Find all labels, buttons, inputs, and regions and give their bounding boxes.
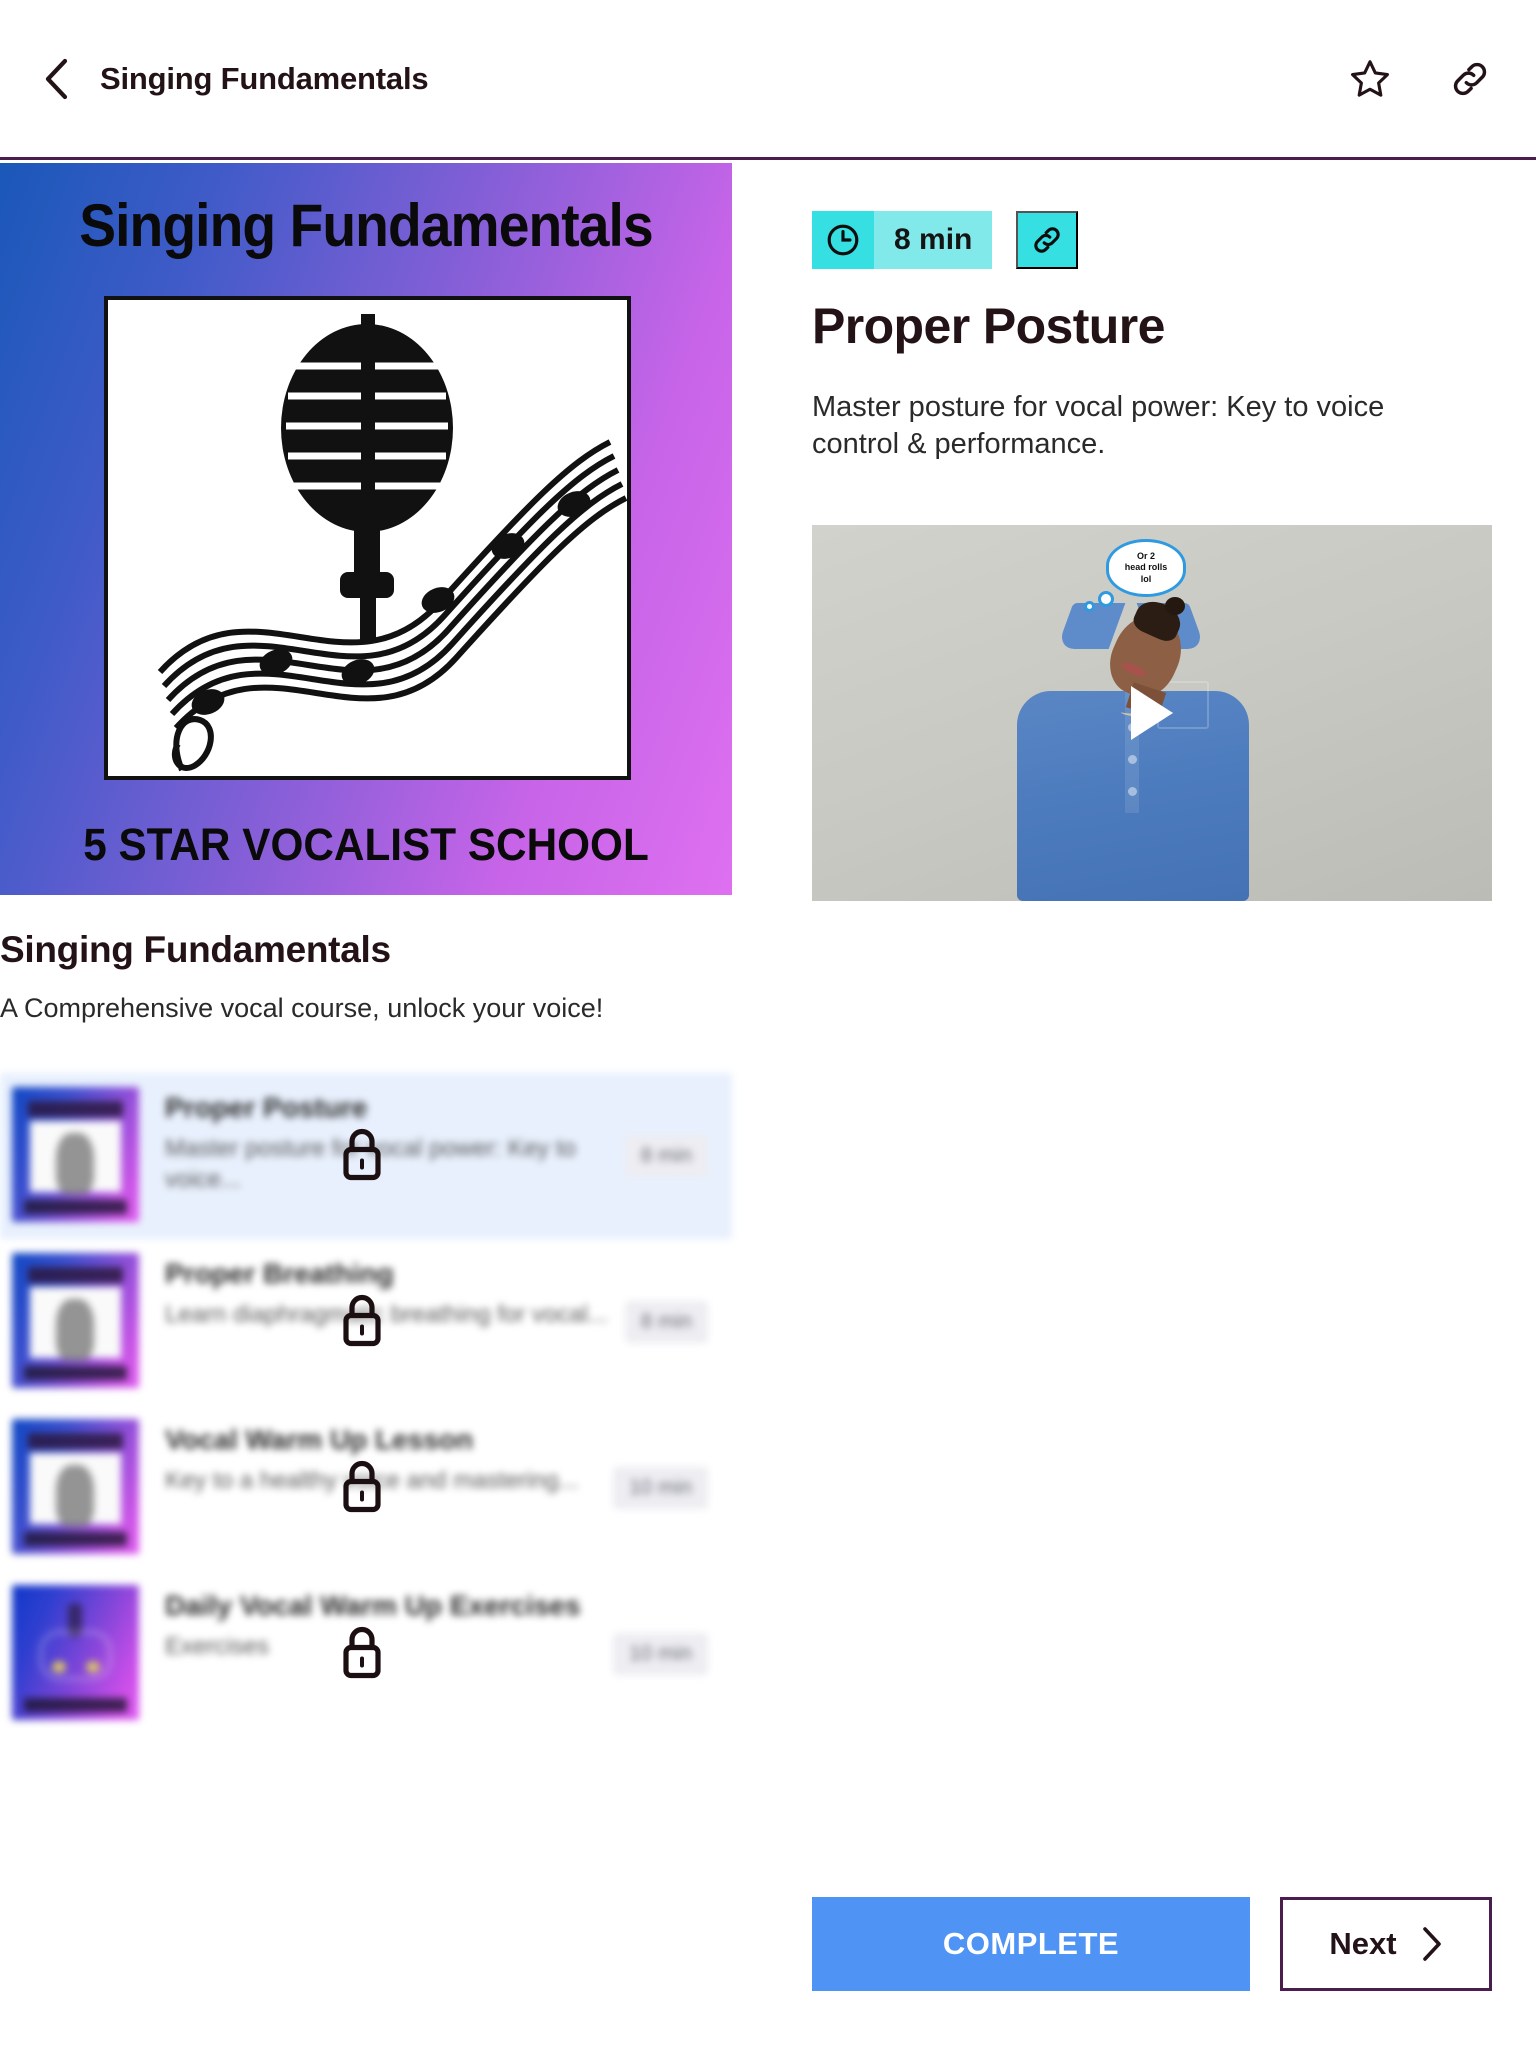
thought-bubble-text: Or 2 head rolls lol [1106,539,1186,598]
lesson-detail-title: Proper Posture [812,298,1165,354]
lesson-duration-badge: 8 min [624,1134,708,1177]
star-outline-icon [1351,59,1389,97]
lesson-thumbnail [12,1584,139,1720]
complete-button[interactable]: COMPLETE [812,1897,1250,1991]
lesson-meta-row: 8 min [812,211,1492,269]
lesson-name: Proper Breathing [165,1257,394,1289]
next-button-label: Next [1329,1926,1397,1961]
share-link-button[interactable] [1444,53,1496,105]
lesson-video-player[interactable]: Or 2 head rolls lol [812,525,1492,902]
duration-label: 8 min [874,211,993,269]
lesson-name: Vocal Warm Up Lesson [165,1423,474,1455]
lock-icon [338,1455,386,1520]
lesson-duration-badge: 8 min [624,1300,708,1343]
lesson-thumbnail [12,1086,139,1222]
lesson-list: Proper Posture Master posture for vocal … [0,1072,732,1737]
lesson-detail-panel: 8 min Proper Posture Master posture for … [812,163,1492,902]
link-icon [1034,227,1061,253]
app-header: Singing Fundamentals [0,0,1536,160]
lesson-description: Master posture for vocal power: Key to v… [165,1134,576,1193]
lesson-name: Proper Posture [165,1091,368,1123]
header-left-group: Singing Fundamentals [34,53,1344,105]
favorite-button[interactable] [1344,53,1396,105]
play-icon[interactable] [1131,686,1173,741]
lesson-duration-badge: 10 min [612,1466,708,1509]
cover-title: Singing Fundamentals [79,192,653,259]
page-content: Singing Fundamentals 5 STAR VOCALIST SCH… [0,163,1536,2048]
lock-icon [338,1289,386,1354]
lock-icon [338,1621,386,1686]
footer-actions: COMPLETE Next [812,1897,1492,1991]
next-button[interactable]: Next [1280,1897,1492,1991]
cover-subtitle: 5 STAR VOCALIST SCHOOL [83,819,649,870]
video-thumbnail-person [1017,595,1249,902]
lesson-name: Daily Vocal Warm Up Exercises [165,1589,581,1621]
course-title: Singing Fundamentals [0,929,391,970]
duration-chip: 8 min [812,211,993,269]
microphone-music-staff-illustration [104,296,631,780]
lesson-description: Exercises [165,1632,270,1660]
page-title: Singing Fundamentals [100,60,429,96]
lesson-thumbnail [12,1418,139,1554]
lesson-description: Key to a healthy voice and mastering... [165,1466,579,1494]
lesson-duration-badge: 10 min [612,1632,708,1675]
chevron-left-icon [45,58,68,99]
back-button[interactable] [34,53,78,105]
course-description: A Comprehensive vocal course, unlock you… [0,993,604,1023]
clock-icon [812,211,874,269]
course-cover-image: Singing Fundamentals 5 STAR VOCALIST SCH… [0,163,732,895]
copy-link-button[interactable] [1016,211,1079,269]
lesson-thumbnail [12,1252,139,1388]
link-icon [1453,62,1487,95]
course-panel: Singing Fundamentals 5 STAR VOCALIST SCH… [0,163,732,1737]
header-actions [1344,53,1496,105]
chevron-right-icon [1422,1927,1441,1961]
lock-icon [338,1123,386,1188]
microphone-staff-svg [157,314,628,772]
lesson-description: Learn diaphragmatic breathing for vocal.… [165,1300,608,1328]
lesson-detail-description: Master posture for vocal power: Key to v… [812,391,1385,461]
